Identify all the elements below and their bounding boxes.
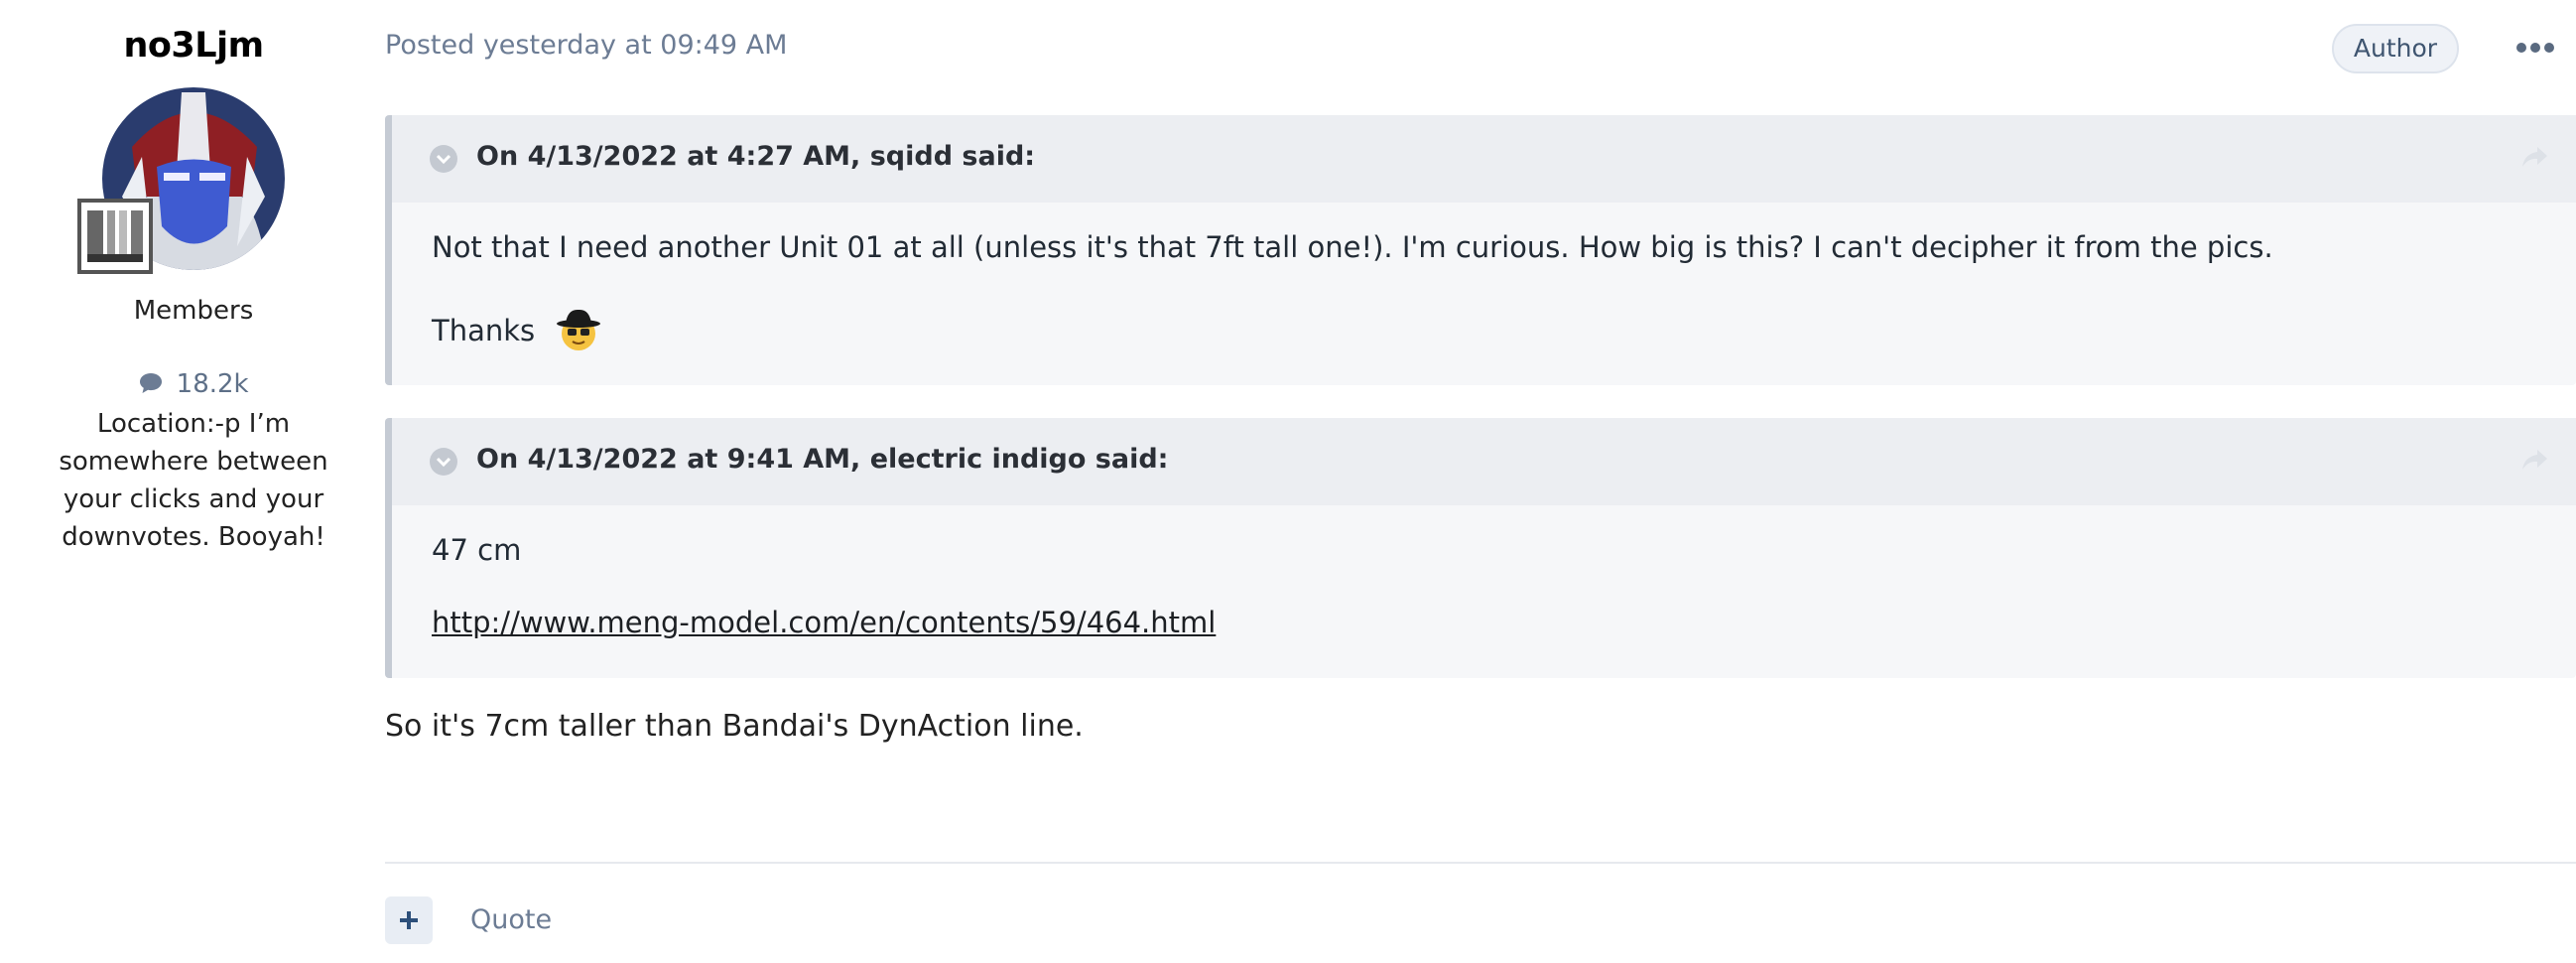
spy-emoji-icon xyxy=(556,307,601,352)
quote-paragraph-text: Thanks xyxy=(432,314,536,347)
multiquote-button[interactable] xyxy=(385,896,433,944)
quote-header: On 4/13/2022 at 4:27 AM, sqidd said: xyxy=(392,115,2576,203)
comment-icon xyxy=(140,373,163,393)
quote-share-button[interactable] xyxy=(2520,145,2548,173)
quote-block: On 4/13/2022 at 4:27 AM, sqidd said: Not… xyxy=(385,115,2576,385)
post-count-value: 18.2k xyxy=(176,369,249,399)
chevron-down-icon xyxy=(436,154,451,165)
plus-icon xyxy=(400,911,418,929)
author-badge: Author xyxy=(2332,24,2459,73)
share-arrow-icon xyxy=(2522,147,2547,167)
quote-toggle-button[interactable] xyxy=(430,145,457,173)
author-username[interactable]: no3Ljm xyxy=(0,26,387,66)
more-options-button[interactable] xyxy=(2511,36,2560,60)
ellipsis-icon xyxy=(2516,43,2554,53)
rank-badge-icon xyxy=(77,199,153,274)
author-avatar-wrap xyxy=(77,87,285,274)
quote-link[interactable]: http://www.meng-model.com/en/contents/59… xyxy=(432,606,1216,639)
quote-toggle-button[interactable] xyxy=(430,448,457,476)
member-group: Members xyxy=(133,296,254,326)
post-body-text: So it's 7cm taller than Bandai's DynActi… xyxy=(385,709,1084,744)
quote-paragraph: 47 cm xyxy=(432,533,522,567)
divider xyxy=(385,862,2576,864)
quote-paragraph: Not that I need another Unit 01 at all (… xyxy=(432,230,2273,264)
post-timestamp[interactable]: Posted yesterday at 09:49 AM xyxy=(385,30,787,61)
quote-share-button[interactable] xyxy=(2520,448,2548,476)
quote-citation[interactable]: On 4/13/2022 at 9:41 AM, electric indigo… xyxy=(476,444,1168,475)
quote-block: On 4/13/2022 at 9:41 AM, electric indigo… xyxy=(385,418,2576,678)
share-arrow-icon xyxy=(2522,450,2547,470)
quote-header: On 4/13/2022 at 9:41 AM, electric indigo… xyxy=(392,418,2576,505)
quote-citation[interactable]: On 4/13/2022 at 4:27 AM, sqidd said: xyxy=(476,141,1035,172)
author-location: Location:-p I’m somewhere between your c… xyxy=(59,409,328,552)
author-panel: no3Ljm Members 18.2k Location:-p I’m som… xyxy=(0,0,387,556)
quote-paragraph: Thanks xyxy=(432,307,601,352)
post-count[interactable]: 18.2k xyxy=(0,369,387,399)
quote-button[interactable]: Quote xyxy=(470,904,552,935)
chevron-down-icon xyxy=(436,457,451,468)
